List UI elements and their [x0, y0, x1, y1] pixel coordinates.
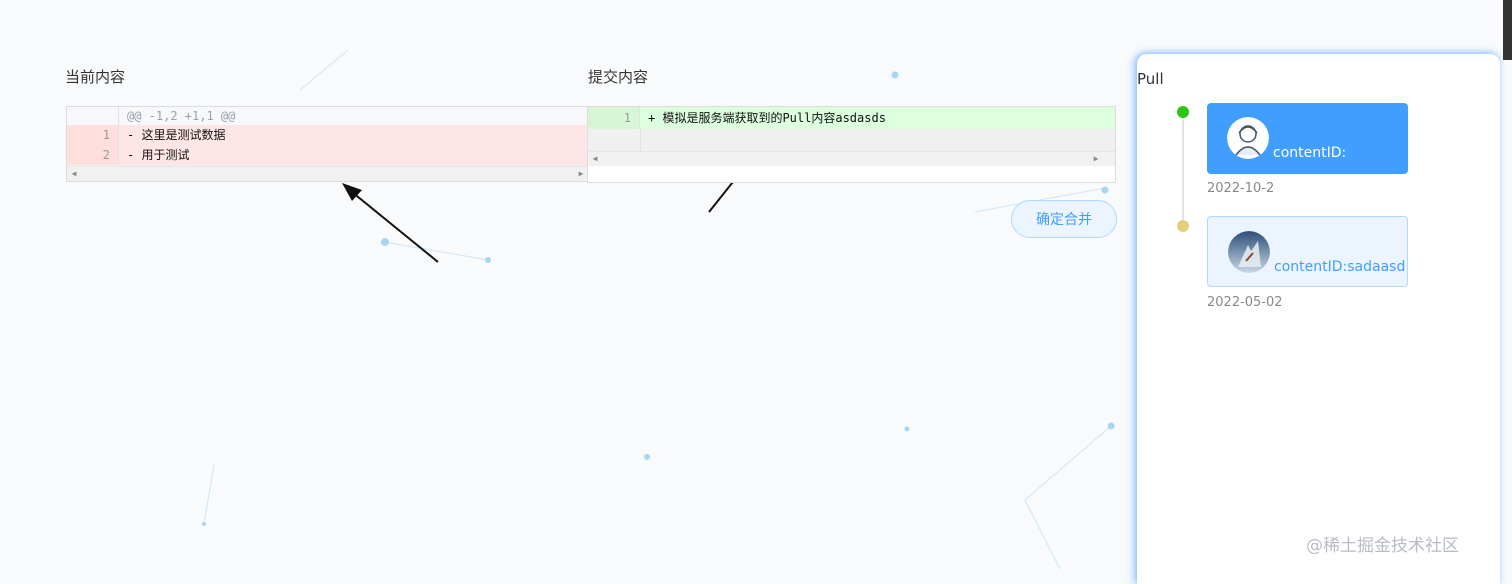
horizontal-scrollbar[interactable]: ◀ ▶ — [67, 166, 588, 181]
content-id-label: contentID: — [1274, 259, 1348, 275]
line-number: 1 — [588, 107, 640, 129]
line-number: 2 — [67, 145, 119, 165]
content-id-label: contentID: — [1273, 145, 1347, 161]
line-text: + 模拟是服务端获取到的Pull内容asdasds — [648, 111, 886, 125]
scroll-right-icon[interactable]: ▶ — [574, 167, 588, 181]
window-edge — [1503, 0, 1512, 60]
timeline-dot-1 — [1177, 106, 1189, 118]
content-id-value: sadaasd — [1347, 259, 1406, 275]
avatar — [1228, 231, 1270, 273]
line-number: 1 — [67, 125, 119, 145]
avatar — [1227, 117, 1269, 159]
submitted-content-diff: 1 + 模拟是服务端获取到的Pull内容asdasds ◀ ▶ — [587, 106, 1116, 183]
diff-line-added: 1 + 模拟是服务端获取到的Pull内容asdasds — [588, 107, 1115, 129]
confirm-merge-button[interactable]: 确定合并 — [1011, 200, 1117, 238]
diff-line-deleted: 2 - 用于测试 — [67, 145, 588, 165]
timeline-dot-2 — [1177, 220, 1189, 232]
diff-hunk-header: @@ -1,2 +1,1 @@ — [67, 107, 588, 127]
pull-item-card[interactable]: contentID: — [1207, 103, 1408, 174]
pull-panel-title: Pull — [1137, 70, 1164, 88]
timeline-date: 2022-10-2 — [1207, 181, 1275, 196]
horizontal-scrollbar[interactable]: ◀ ▶ — [588, 151, 1115, 166]
submitted-content-title: 提交内容 — [588, 68, 649, 86]
scroll-left-icon[interactable]: ◀ — [67, 167, 81, 181]
timeline-line — [1182, 113, 1184, 225]
current-content-title: 当前内容 — [65, 68, 126, 86]
scroll-right-icon[interactable]: ▶ — [1089, 152, 1103, 166]
scroll-left-icon[interactable]: ◀ — [588, 152, 602, 166]
watermark: @稀土掘金技术社区 — [1306, 536, 1459, 556]
current-content-diff: @@ -1,2 +1,1 @@ 1 - 这里是测试数据 2 - 用于测试 ◀ ▶ — [66, 106, 589, 182]
timeline-date: 2022-05-02 — [1207, 295, 1283, 310]
pull-timeline-panel: Pull contentID: 2022-10-2 contentID:sada… — [1137, 54, 1500, 584]
pull-item-card[interactable]: contentID:sadaasd — [1207, 216, 1408, 287]
line-text: - 这里是测试数据 — [127, 128, 226, 142]
diff-line-deleted: 1 - 这里是测试数据 — [67, 125, 588, 145]
line-text: - 用于测试 — [127, 148, 190, 162]
